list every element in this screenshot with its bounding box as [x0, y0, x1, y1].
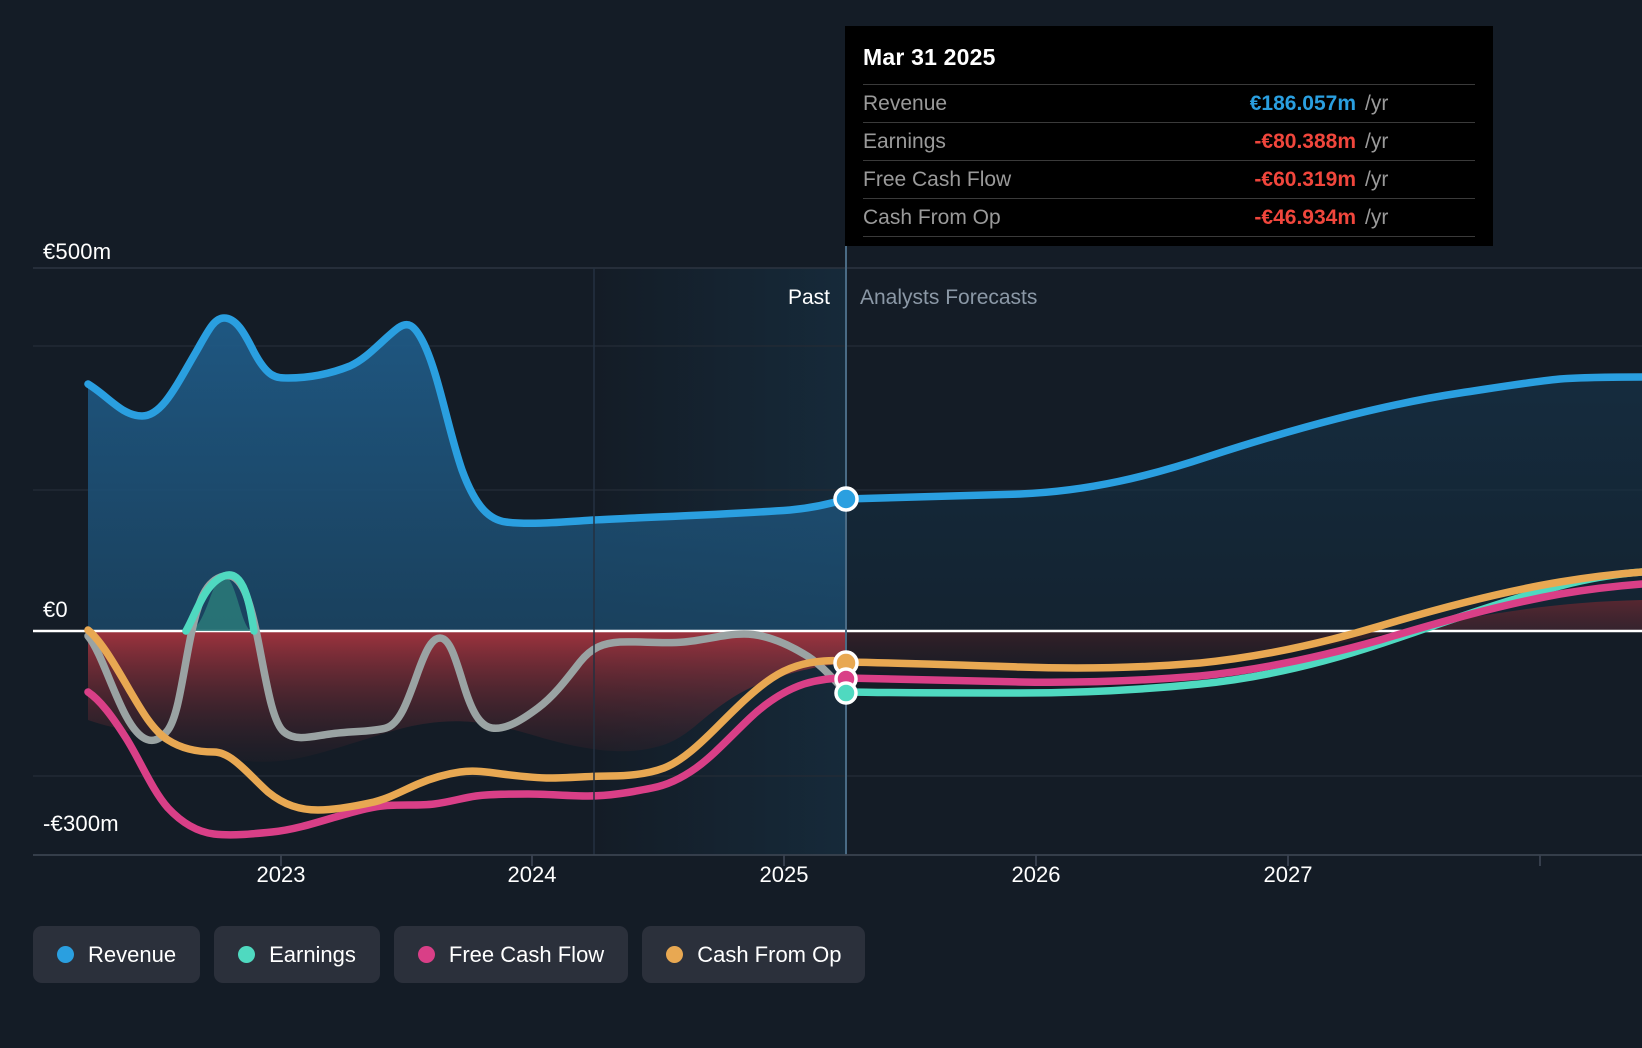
tooltip-value-revenue: €186.057m: [1249, 92, 1356, 115]
data-tooltip: Mar 31 2025 Revenue €186.057m /yr Earnin…: [845, 26, 1493, 246]
tooltip-value-cash-from-op: -€46.934m: [1254, 206, 1356, 229]
tooltip-unit-earnings: /yr: [1365, 130, 1389, 153]
tooltip-label-free-cash-flow: Free Cash Flow: [863, 168, 1012, 191]
tooltip-value-earnings: -€80.388m: [1254, 130, 1356, 153]
x-axis-label-2023: 2023: [256, 862, 306, 887]
tooltip-row-free-cash-flow: Free Cash Flow -€60.319m /yr: [863, 160, 1475, 198]
legend-dot-earnings-icon: [238, 946, 256, 963]
legend-item-cash-from-op[interactable]: Cash From Op: [642, 926, 866, 983]
tooltip-label-revenue: Revenue: [863, 92, 948, 115]
y-axis-label-bottom: -€300m: [43, 811, 119, 836]
tooltip-footer-divider: [863, 236, 1475, 238]
tooltip-unit-revenue: /yr: [1365, 92, 1389, 115]
legend-item-revenue[interactable]: Revenue: [33, 926, 201, 983]
x-axis-label-2027: 2027: [1263, 862, 1313, 887]
tooltip-unit-cash-from-op: /yr: [1365, 206, 1389, 229]
marker-earnings[interactable]: [834, 681, 858, 705]
y-axis-label-zero: €0: [43, 597, 68, 622]
tooltip-row-earnings: Earnings -€80.388m /yr: [863, 122, 1475, 160]
legend-label-free-cash-flow: Free Cash Flow: [448, 941, 605, 967]
tooltip-row-revenue: Revenue €186.057m /yr: [863, 84, 1475, 122]
legend-item-earnings[interactable]: Earnings: [214, 926, 380, 983]
forecast-label: Analysts Forecasts: [860, 286, 1038, 309]
legend-dot-cash-from-op-icon: [666, 946, 684, 963]
y-axis-label-top: €500m: [43, 239, 112, 264]
x-axis-label-2024: 2024: [507, 862, 557, 887]
legend-dot-free-cash-flow-icon: [417, 946, 435, 963]
tooltip-label-cash-from-op: Cash From Op: [863, 206, 1001, 229]
legend-label-revenue: Revenue: [88, 941, 177, 967]
tooltip-label-earnings: Earnings: [863, 130, 946, 153]
tooltip-value-free-cash-flow: -€60.319m: [1254, 168, 1356, 191]
x-axis-label-2025: 2025: [759, 862, 809, 887]
past-label: Past: [787, 286, 830, 309]
chart-legend: Revenue Earnings Free Cash Flow Cash Fro…: [33, 926, 866, 983]
financial-chart-screenshot: €500m €0 -€300m 2023 2024 2025 2026 2027…: [0, 0, 1642, 1048]
marker-revenue[interactable]: [833, 486, 859, 512]
legend-dot-revenue-icon: [57, 946, 74, 963]
tooltip-row-cash-from-op: Cash From Op -€46.934m /yr: [863, 198, 1475, 236]
legend-label-earnings: Earnings: [269, 941, 356, 967]
x-axis-label-2026: 2026: [1011, 862, 1061, 887]
tooltip-title: Mar 31 2025: [863, 44, 996, 70]
legend-label-cash-from-op: Cash From Op: [697, 941, 842, 967]
tooltip-unit-free-cash-flow: /yr: [1365, 168, 1389, 191]
legend-item-free-cash-flow[interactable]: Free Cash Flow: [393, 926, 629, 983]
